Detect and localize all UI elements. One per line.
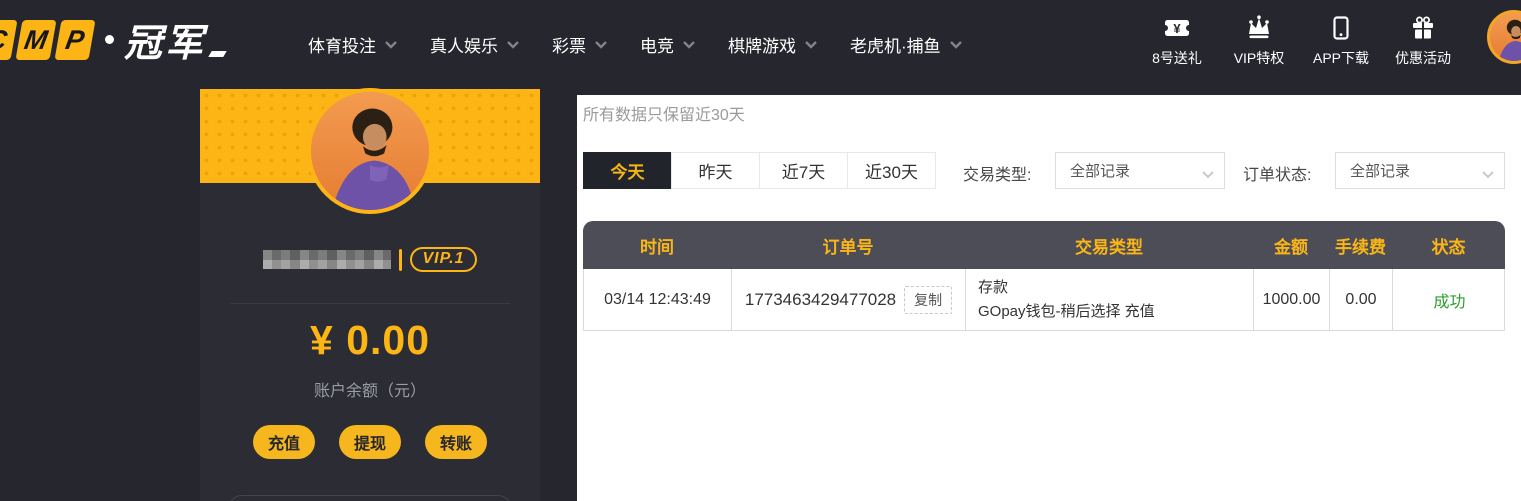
logo-letter-block: P [54, 19, 96, 60]
logo-dot [105, 35, 114, 44]
tab-today[interactable]: 今天 [583, 152, 672, 189]
cell-amount: 1000.00 [1254, 269, 1330, 330]
retention-notice: 所有数据只保留近30天 [583, 107, 745, 124]
gift-icon [1409, 12, 1437, 44]
header-order-no: 订单号 [822, 237, 874, 257]
chevron-down-icon [1482, 166, 1494, 183]
quick-link-vip[interactable]: VIP特权 [1230, 12, 1288, 68]
nav-item-live-casino[interactable]: 真人娱乐 [430, 32, 519, 57]
top-navbar: C M P 冠军 体育投注 真人娱乐 彩票 电竞 棋牌游戏 老虎机·捕鱼 ¥ 8… [0, 0, 1521, 89]
withdraw-button[interactable]: 提现 [339, 425, 401, 459]
cell-transaction-type: 存款 GOpay钱包-稍后选择 充值 [966, 269, 1254, 330]
chevron-down-icon [595, 40, 607, 49]
nav-item-slots-fishing[interactable]: 老虎机·捕鱼 [850, 32, 962, 57]
records-main-panel: 所有数据只保留近30天 今天 昨天 近7天 近30天 交易类型: 全部记录 订单… [577, 95, 1521, 501]
profile-avatar-image[interactable] [307, 88, 433, 214]
nav-quick-links: ¥ 8号送礼 VIP特权 APP下载 优惠活动 [1148, 12, 1452, 68]
order-number: 1773463429477028 [744, 289, 897, 309]
chevron-down-icon [805, 40, 817, 49]
header-transaction-type: 交易类型 [1075, 237, 1143, 257]
logo-speed-dash [208, 50, 227, 57]
transaction-type-select[interactable]: 全部记录 [1055, 152, 1225, 189]
header-amount: 金额 [1274, 237, 1308, 257]
order-status-value: 全部记录 [1350, 163, 1411, 180]
table-header-row: 时间 订单号 交易类型 金额 手续费 状态 [583, 221, 1505, 269]
table-row: 03/14 12:43:49 1773463429477028 复制 存款 GO… [583, 269, 1505, 331]
vip-separator [399, 248, 403, 271]
deposit-button[interactable]: 充值 [253, 425, 315, 459]
sidebar-menu-box [228, 495, 512, 501]
account-balance-label: 账户余额（元） [313, 383, 426, 400]
nav-item-sports[interactable]: 体育投注 [308, 32, 397, 57]
nav-item-board-games[interactable]: 棋牌游戏 [728, 32, 817, 57]
transaction-type-line2: GOpay钱包-稍后选择 充值 [978, 302, 1155, 320]
chevron-down-icon [507, 40, 519, 49]
tab-last-30-days[interactable]: 近30天 [847, 152, 936, 189]
nav-item-lottery[interactable]: 彩票 [552, 32, 607, 57]
logo-letter-block: M [15, 19, 57, 60]
coupon-icon: ¥ [1162, 12, 1192, 44]
account-balance-value: ¥ 0.00 [310, 317, 430, 363]
username-blurred [263, 250, 392, 269]
header-fee: 手续费 [1335, 237, 1386, 257]
main-nav-menu: 体育投注 真人娱乐 彩票 电竞 棋牌游戏 老虎机·捕鱼 [308, 0, 995, 89]
user-identity-row: VIP.1 [200, 247, 540, 272]
copy-button[interactable]: 复制 [904, 285, 953, 314]
quick-link-app-download[interactable]: APP下载 [1312, 12, 1370, 68]
chevron-down-icon [1202, 166, 1214, 183]
order-status-label: 订单状态: [1243, 167, 1312, 184]
order-status-select[interactable]: 全部记录 [1335, 152, 1505, 189]
quick-link-gift-day8[interactable]: ¥ 8号送礼 [1148, 12, 1206, 68]
tab-yesterday[interactable]: 昨天 [671, 152, 760, 189]
divider [230, 303, 510, 304]
chevron-down-icon [385, 40, 397, 49]
brand-logo[interactable]: C M P 冠军 [0, 12, 227, 67]
transfer-button[interactable]: 转账 [425, 425, 487, 459]
phone-download-icon [1327, 12, 1355, 44]
chevron-down-icon [949, 40, 962, 49]
logo-letter-block: C [0, 19, 18, 60]
cell-fee: 0.00 [1330, 269, 1393, 330]
logo-brand-name: 冠军 [124, 23, 207, 65]
cell-time: 03/14 12:43:49 [584, 269, 732, 330]
tab-last-7-days[interactable]: 近7天 [759, 152, 848, 189]
transaction-type-line1: 存款 [978, 279, 1009, 297]
nav-item-esports[interactable]: 电竞 [640, 32, 695, 57]
transaction-type-value: 全部记录 [1070, 163, 1131, 180]
page: C M P 冠军 体育投注 真人娱乐 彩票 电竞 棋牌游戏 老虎机·捕鱼 ¥ 8… [0, 0, 1521, 501]
date-range-tabs: 今天 昨天 近7天 近30天 [583, 152, 936, 189]
user-avatar[interactable] [1487, 10, 1521, 64]
vip-level-badge: VIP.1 [410, 247, 477, 272]
cell-status: 成功 [1433, 293, 1466, 311]
quick-link-promotions[interactable]: 优惠活动 [1394, 12, 1452, 68]
cell-order-no: 1773463429477028 复制 [732, 269, 966, 330]
transaction-type-label: 交易类型: [963, 167, 1032, 184]
chevron-down-icon [683, 40, 695, 49]
wallet-actions: 充值 提现 转账 [200, 425, 540, 459]
header-status: 状态 [1431, 237, 1466, 257]
crown-icon [1244, 12, 1274, 44]
records-table: 时间 订单号 交易类型 金额 手续费 状态 03/14 12:43:49 177… [583, 221, 1505, 331]
svg-text:¥: ¥ [1173, 21, 1181, 36]
header-time: 时间 [640, 237, 674, 257]
profile-sidebar: VIP.1 ¥ 0.00 账户余额（元） 充值 提现 转账 [200, 88, 540, 501]
